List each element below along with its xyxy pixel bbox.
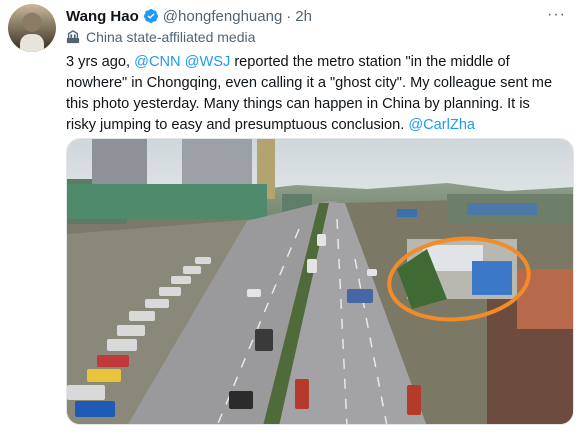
state-media-label[interactable]: China state-affiliated media — [66, 29, 255, 45]
tweet-photo[interactable] — [66, 138, 574, 425]
more-options-icon[interactable]: ··· — [547, 6, 566, 24]
tweet-text-segment: reported the metro station "in the middl… — [230, 54, 510, 70]
author-handle[interactable]: @hongfenghuang — [163, 8, 283, 25]
tweet-text-segment: 3 yrs ago, — [66, 54, 135, 70]
state-media-flag-icon — [66, 30, 80, 44]
tweet-text-line: nowhere" in Chongqing, even calling it a… — [66, 73, 578, 94]
mention-link[interactable]: @WSJ — [185, 54, 231, 70]
author-name[interactable]: Wang Hao — [66, 8, 139, 25]
verified-badge-icon — [143, 9, 158, 23]
state-media-label-text: China state-affiliated media — [86, 29, 256, 45]
tweet-text: 3 yrs ago, @CNN @WSJ reported the metro … — [66, 52, 578, 136]
tweet-text-segment: this photo yesterday. Many things can ha… — [66, 96, 530, 112]
author-avatar[interactable] — [8, 4, 56, 52]
tweet-timestamp[interactable]: 2h — [295, 8, 312, 25]
tweet-text-segment: nowhere" in Chongqing, even calling it a… — [66, 75, 553, 91]
tweet-text-line: this photo yesterday. Many things can ha… — [66, 94, 578, 115]
tweet-header: Wang Hao @hongfenghuang · 2h — [66, 6, 312, 26]
tweet-text-segment: risky jumping to easy and presumptuous c… — [66, 117, 409, 133]
mention-link[interactable]: @CNN — [134, 54, 180, 70]
separator-dot: · — [286, 7, 292, 25]
tweet-text-line: risky jumping to easy and presumptuous c… — [66, 115, 578, 136]
tweet-text-line: 3 yrs ago, @CNN @WSJ reported the metro … — [66, 52, 578, 73]
photo-image — [67, 139, 573, 424]
mention-link[interactable]: @CarlZha — [408, 117, 475, 133]
